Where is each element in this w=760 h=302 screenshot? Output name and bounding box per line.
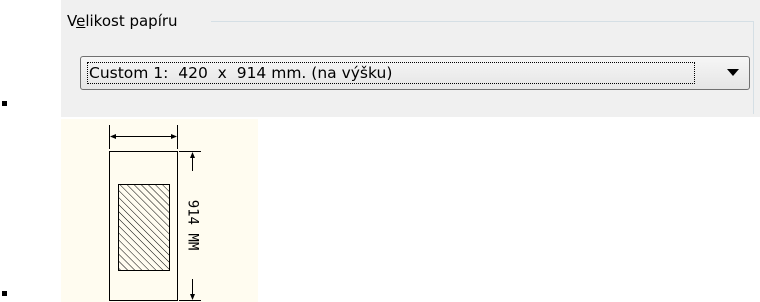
portrait-page-diagram: 914 MM [109,125,201,301]
paper-size-dropdown[interactable]: Custom 1: 420 x 914 mm. (na výšku) [80,56,750,90]
height-arrow-bottom [190,294,195,300]
group-title-prefix: V [67,12,77,30]
group-title-suffix: likost papíru [85,12,178,30]
width-arrow-left [110,134,116,139]
paper-size-selected-value: Custom 1: 420 x 914 mm. (na výšku) [87,62,695,84]
height-label: 914 MM [185,200,201,251]
group-title-mnemonic: e [76,12,86,30]
page: Velikost papíru Custom 1: 420 x 914 mm. … [0,0,760,302]
list-bullet [2,291,7,296]
paper-size-group-title: Velikost papíru [67,11,182,31]
printable-area [118,184,170,271]
dropdown-arrow-button[interactable] [717,57,749,89]
group-border-top [211,21,754,22]
paper-size-group: Velikost papíru Custom 1: 420 x 914 mm. … [61,0,760,117]
paper-preview: 914 MM [61,119,258,302]
height-arrow-top [190,152,195,158]
list-bullet [2,101,7,106]
chevron-down-icon [727,69,739,76]
group-border-right [753,21,754,114]
width-arrow-right [171,134,177,139]
